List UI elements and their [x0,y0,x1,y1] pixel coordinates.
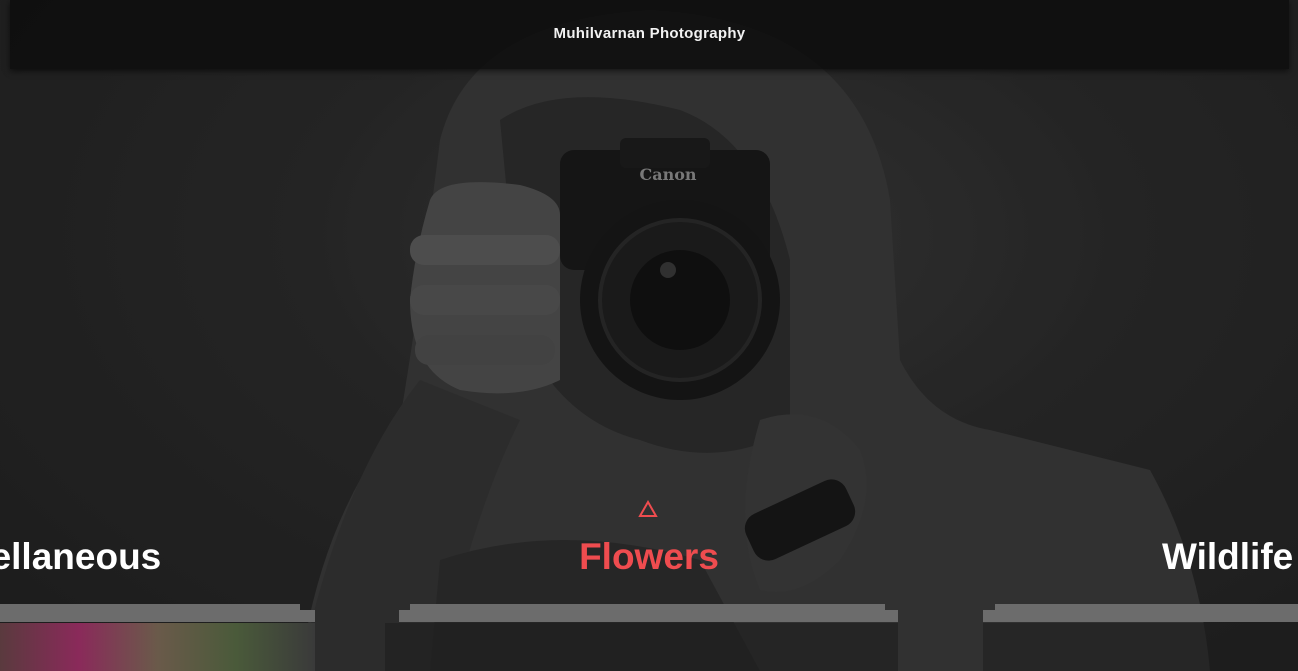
category-wildlife[interactable]: Wildlife [1162,532,1293,582]
category-miscellaneous[interactable]: cellaneous [0,532,161,582]
active-category-indicator-icon [638,500,658,517]
site-brand-title[interactable]: Muhilvarnan Photography [554,25,746,42]
gallery-thumbnail-wildlife[interactable] [983,623,1298,671]
gallery-thumbnail-miscellaneous[interactable] [0,623,315,671]
gallery-thumbnail-flowers[interactable] [385,623,898,671]
top-navbar: Muhilvarnan Photography [10,0,1289,69]
category-flowers[interactable]: Flowers [576,532,722,582]
